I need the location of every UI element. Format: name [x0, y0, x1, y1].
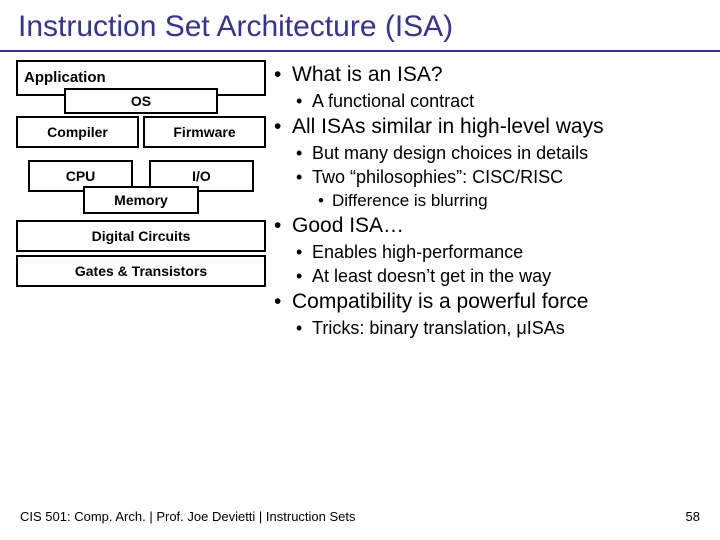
- bullet-l2: Enables high-performance: [312, 242, 704, 263]
- bullet-l2: At least doesn’t get in the way: [312, 266, 704, 287]
- bullet-l2: But many design choices in details: [312, 143, 704, 164]
- box-memory: Memory: [83, 186, 199, 214]
- bullet-l2: A functional contract: [312, 91, 704, 112]
- bullet-l1: What is an ISA?: [292, 63, 704, 87]
- footer-left: CIS 501: Comp. Arch. | Prof. Joe Deviett…: [20, 509, 356, 524]
- box-compiler: Compiler: [16, 116, 139, 148]
- bullet-l1: All ISAs similar in high-level ways: [292, 115, 704, 139]
- bullet-l1: Compatibility is a powerful force: [292, 290, 704, 314]
- box-firmware: Firmware: [143, 116, 266, 148]
- bullet-l1: Good ISA…: [292, 214, 704, 238]
- title-rule: [0, 50, 720, 52]
- box-gates-transistors: Gates & Transistors: [16, 255, 266, 287]
- box-digital-circuits: Digital Circuits: [16, 220, 266, 252]
- layer-diagram: Application OS Compiler Firmware CPU I/O…: [16, 60, 266, 290]
- slide-title: Instruction Set Architecture (ISA): [0, 0, 720, 50]
- box-os: OS: [64, 88, 218, 114]
- page-number: 58: [686, 509, 700, 524]
- bullet-l2: Two “philosophies”: CISC/RISC: [312, 167, 704, 188]
- bullet-list: What is an ISA? A functional contract Al…: [266, 60, 704, 342]
- bullet-l3: Difference is blurring: [332, 191, 704, 211]
- bullet-l2: Tricks: binary translation, μISAs: [312, 318, 704, 339]
